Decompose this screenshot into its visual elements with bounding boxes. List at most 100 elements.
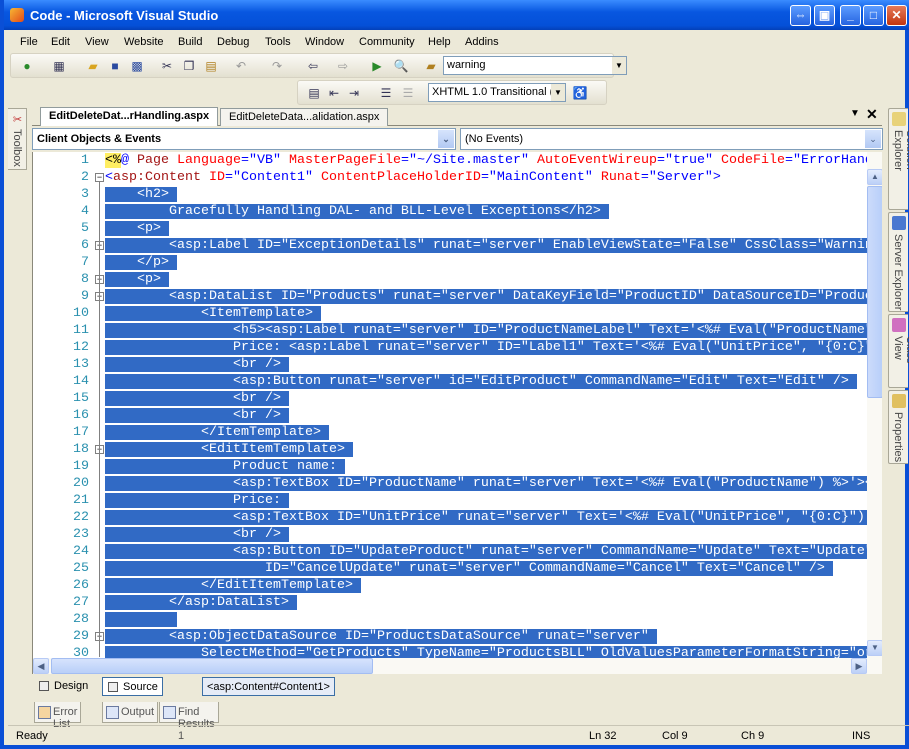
horizontal-scroll-thumb[interactable]: [51, 658, 373, 674]
restore-ide-icon[interactable]: ⇔: [790, 5, 811, 26]
code-line[interactable]: <asp:TextBox ID="UnitPrice" runat="serve…: [105, 509, 867, 526]
navigate-backward-icon[interactable]: ⇦: [305, 58, 321, 74]
save-all-icon[interactable]: ▩: [129, 58, 145, 74]
tab-find-results[interactable]: Find Results 1: [159, 702, 219, 742]
menu-window[interactable]: Window: [305, 36, 344, 48]
tab-server-explorer[interactable]: Server Explorer: [888, 212, 908, 312]
code-line[interactable]: <br />: [105, 356, 289, 373]
code-line[interactable]: <ItemTemplate>: [105, 305, 321, 322]
scroll-down-icon[interactable]: ▼: [867, 640, 882, 656]
copy-icon[interactable]: ❐: [181, 58, 197, 74]
redo-icon[interactable]: ↷: [269, 58, 285, 74]
code-line[interactable]: SelectMethod="GetProducts" TypeName="Pro…: [105, 645, 867, 658]
code-line[interactable]: <asp:ObjectDataSource ID="ProductsDataSo…: [105, 628, 657, 645]
tab-errorhandling[interactable]: EditDeleteDat...rHandling.aspx: [40, 107, 219, 126]
tab-solution-explorer[interactable]: Solution Explorer: [888, 108, 909, 210]
paste-icon[interactable]: ▤: [203, 58, 219, 74]
browse-icon[interactable]: 🔍: [393, 58, 409, 74]
find-combo[interactable]: warning ▼: [443, 56, 627, 75]
code-line[interactable]: <asp:TextBox ID="ProductName" runat="ser…: [105, 475, 867, 492]
tab-validation[interactable]: EditDeleteData...alidation.aspx: [220, 108, 389, 126]
new-project-icon[interactable]: ●: [19, 58, 35, 74]
code-line[interactable]: [105, 611, 177, 628]
code-line[interactable]: <br />: [105, 407, 289, 424]
toolbox-tab[interactable]: ✂ Toolbox: [8, 108, 27, 170]
menu-tools[interactable]: Tools: [265, 36, 291, 48]
code-line[interactable]: <asp:Button runat="server" id="EditProdu…: [105, 373, 857, 390]
open-icon[interactable]: ▰: [85, 58, 101, 74]
menu-edit[interactable]: Edit: [51, 36, 70, 48]
code-line[interactable]: </p>: [105, 254, 177, 271]
code-line[interactable]: <asp:Content ID="Content1" ContentPlaceH…: [105, 169, 721, 186]
maximize-button[interactable]: □: [863, 5, 884, 26]
menu-addins[interactable]: Addins: [465, 36, 499, 48]
code-line[interactable]: <br />: [105, 526, 289, 543]
find-in-files-icon[interactable]: ▰: [423, 58, 439, 74]
menu-help[interactable]: Help: [428, 36, 451, 48]
code-line[interactable]: </EditItemTemplate>: [105, 577, 361, 594]
events-dropdown[interactable]: (No Events) ⌄: [460, 128, 883, 150]
code-line[interactable]: <%@ Page Language="VB" MasterPageFile="~…: [105, 152, 867, 169]
minimize-button[interactable]: _: [840, 5, 861, 26]
tab-error-list[interactable]: Error List: [34, 702, 82, 730]
scroll-right-icon[interactable]: ▶: [851, 658, 867, 674]
uncomment-icon[interactable]: ☰: [400, 85, 416, 101]
tag-breadcrumb[interactable]: <asp:Content#Content1>: [202, 677, 335, 696]
client-objects-dropdown[interactable]: Client Objects & Events ⌄: [32, 128, 456, 150]
close-button[interactable]: ✕: [886, 5, 907, 26]
code-line[interactable]: </asp:DataList>: [105, 594, 297, 611]
scroll-left-icon[interactable]: ◀: [33, 658, 49, 674]
chevron-down-icon[interactable]: ⌄: [438, 130, 454, 148]
tab-properties[interactable]: Properties: [888, 390, 908, 464]
chevron-down-icon[interactable]: ▼: [612, 57, 626, 74]
tab-class-view[interactable]: Class View: [888, 314, 909, 388]
scroll-up-icon[interactable]: ▲: [867, 169, 882, 185]
code-line[interactable]: <asp:DataList ID="Products" runat="serve…: [105, 288, 867, 305]
code-line[interactable]: ID="CancelUpdate" runat="server" Command…: [105, 560, 833, 577]
design-view-button[interactable]: Design: [34, 677, 92, 696]
code-line[interactable]: <h2>: [105, 186, 177, 203]
start-debugging-icon[interactable]: ▶: [369, 58, 385, 74]
chevron-down-icon[interactable]: ⌄: [865, 130, 881, 148]
vertical-scroll-thumb[interactable]: [867, 186, 882, 398]
tab-output[interactable]: Output: [102, 702, 159, 723]
menu-build[interactable]: Build: [178, 36, 202, 48]
collapse-icon[interactable]: −: [95, 173, 104, 182]
code-line[interactable]: <asp:Label ID="ExceptionDetails" runat="…: [105, 237, 867, 254]
format-document-icon[interactable]: ▤: [306, 85, 322, 101]
code-line[interactable]: Price:: [105, 492, 289, 509]
menu-debug[interactable]: Debug: [217, 36, 249, 48]
save-icon[interactable]: ■: [107, 58, 123, 74]
cut-icon[interactable]: ✂: [159, 58, 175, 74]
menu-view[interactable]: View: [85, 36, 109, 48]
vertical-scrollbar[interactable]: ▲ ▼: [867, 152, 882, 658]
comment-icon[interactable]: ☰: [378, 85, 394, 101]
code-line[interactable]: <h5><asp:Label runat="server" ID="Produc…: [105, 322, 867, 339]
code-line[interactable]: Gracefully Handling DAL- and BLL-Level E…: [105, 203, 609, 220]
code-line[interactable]: </ItemTemplate>: [105, 424, 329, 441]
code-line[interactable]: <p>: [105, 271, 169, 288]
code-line[interactable]: Price: <asp:Label runat="server" ID="Lab…: [105, 339, 867, 356]
tab-list-dropdown-icon[interactable]: ▼: [850, 108, 860, 119]
doctype-combo[interactable]: XHTML 1.0 Transitional ( ▼: [428, 83, 566, 102]
code-line[interactable]: <br />: [105, 390, 289, 407]
chevron-down-icon[interactable]: ▼: [551, 84, 565, 101]
add-item-icon[interactable]: ▦: [51, 58, 67, 74]
tile-icon[interactable]: ▣: [814, 5, 835, 26]
outdent-icon[interactable]: ⇤: [326, 85, 342, 101]
code-line[interactable]: Product name:: [105, 458, 345, 475]
code-area[interactable]: <%@ Page Language="VB" MasterPageFile="~…: [105, 152, 867, 658]
code-line[interactable]: <asp:Button ID="UpdateProduct" runat="se…: [105, 543, 867, 560]
code-editor[interactable]: 1 2 3 4 5 6 7 8 9 10 11 12 13 14 15 16 17 18 19 20 21 22 23 24 2…: [32, 152, 882, 658]
navigate-forward-icon[interactable]: ⇨: [335, 58, 351, 74]
menu-website[interactable]: Website: [124, 36, 164, 48]
menu-file[interactable]: File: [20, 36, 38, 48]
indent-icon[interactable]: ⇥: [346, 85, 362, 101]
horizontal-scrollbar[interactable]: ◀ ▶: [32, 658, 882, 674]
source-view-button[interactable]: Source: [102, 677, 163, 696]
close-tab-icon[interactable]: ✕: [866, 106, 878, 123]
accessibility-check-icon[interactable]: ♿: [572, 85, 588, 101]
code-line[interactable]: <p>: [105, 220, 169, 237]
undo-icon[interactable]: ↶: [233, 58, 249, 74]
code-line[interactable]: <EditItemTemplate>: [105, 441, 353, 458]
